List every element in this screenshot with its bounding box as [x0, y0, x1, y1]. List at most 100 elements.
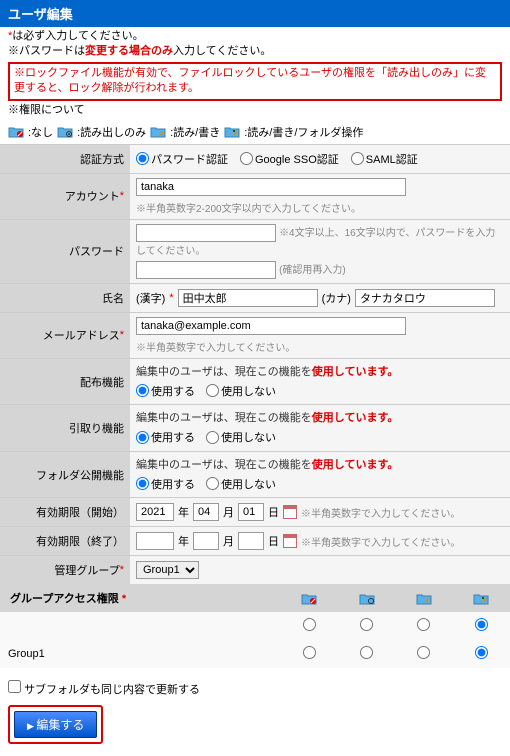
row-email: メールアドレス * ※半角英数字で入力してください。: [0, 312, 510, 358]
row-auth: 認証方式 パスワード認証 Google SSO認証 SAML認証: [0, 144, 510, 173]
folder-rw-icon: [150, 125, 166, 138]
notice-area: *は必ず入力してください。 ※パスワードは変更する場合のみ入力してください。 ※…: [0, 27, 510, 120]
lock-warning: ※ロックファイル機能が有効で、ファイルロックしているユーザの権限を「読み出しのみ…: [8, 62, 502, 101]
pwd-note-pre: ※パスワードは: [8, 45, 85, 57]
perm-radio[interactable]: [417, 646, 430, 659]
folderpub-use[interactable]: 使用する: [136, 476, 195, 492]
folder-rwf-icon: [224, 125, 240, 138]
pickup-msg-em: 使用しています。: [312, 412, 399, 424]
pickup-use[interactable]: 使用する: [136, 429, 195, 445]
row-name: 氏名 (漢字) * (カナ): [0, 283, 510, 312]
auth-google[interactable]: Google SSO認証: [240, 151, 339, 167]
kanji-input[interactable]: [178, 289, 318, 307]
pickup-msg-pre: 編集中のユーザは、現在この機能を: [136, 412, 312, 424]
calendar-icon[interactable]: [283, 534, 297, 548]
perm-rwf-label: :読み/書き/フォルダ操作: [244, 124, 363, 140]
row-valid-end: 有効期限（終了） 年 月 日 ※半角英数字で入力してください。: [0, 526, 510, 555]
footer: サブフォルダも同じ内容で更新する 編集する: [0, 668, 510, 756]
row-folderpub: フォルダ公開機能 編集中のユーザは、現在この機能を使用しています。 使用する 使…: [0, 451, 510, 498]
perm-read-label: :読み出しのみ: [77, 124, 146, 140]
account-input[interactable]: [136, 178, 406, 196]
row-dist: 配布機能 編集中のユーザは、現在この機能を使用しています。 使用する 使用しない: [0, 358, 510, 405]
folderpub-msg-pre: 編集中のユーザは、現在この機能を: [136, 459, 312, 471]
perm-none-label: :なし: [28, 124, 53, 140]
label-password: パスワード: [0, 220, 130, 283]
row-pickup: 引取り機能 編集中のユーザは、現在この機能を使用しています。 使用する 使用しな…: [0, 404, 510, 451]
kana-label: (カナ): [322, 290, 351, 306]
month-lbl: 月: [223, 504, 234, 520]
subfolder-checkbox[interactable]: [8, 680, 21, 693]
label-email: メールアドレス: [43, 327, 120, 343]
group-row: Group1: [0, 640, 510, 668]
label-account: アカウント: [65, 188, 120, 204]
start-year-input[interactable]: [136, 503, 174, 521]
password-input[interactable]: [136, 224, 276, 242]
mgmt-group-select[interactable]: Group1: [136, 561, 199, 579]
dist-nouse[interactable]: 使用しない: [206, 383, 276, 399]
req-mark: *: [169, 292, 173, 304]
email-input[interactable]: [136, 317, 406, 335]
group-name-cell: [0, 612, 281, 640]
col-read: [338, 584, 395, 612]
perm-radio[interactable]: [475, 618, 488, 631]
folderpub-nouse[interactable]: 使用しない: [206, 476, 276, 492]
kana-input[interactable]: [355, 289, 495, 307]
month-lbl: 月: [223, 533, 234, 549]
group-row-all: [0, 612, 510, 640]
end-year-input[interactable]: [136, 532, 174, 550]
password-hint2: (確認用再入力): [279, 265, 346, 276]
perm-radio[interactable]: [303, 618, 316, 631]
page-header: ユーザ編集: [0, 0, 510, 27]
perm-radio[interactable]: [360, 646, 373, 659]
row-account: アカウント * ※半角英数字2-200文字以内で入力してください。: [0, 173, 510, 219]
label-name: 氏名: [0, 284, 130, 312]
row-password: パスワード ※4文字以上、16文字以内で、パスワードを入力してください。 (確認…: [0, 219, 510, 283]
folder-read-icon: [359, 592, 375, 605]
year-lbl: 年: [178, 504, 189, 520]
col-none: [281, 584, 338, 612]
group-name-cell: Group1: [0, 640, 281, 668]
col-rw: [395, 584, 452, 612]
folder-read-icon: [57, 125, 73, 138]
day-lbl: 日: [268, 533, 279, 549]
dist-msg-pre: 編集中のユーザは、現在この機能を: [136, 366, 312, 378]
pickup-nouse[interactable]: 使用しない: [206, 429, 276, 445]
pwd-note-post: 入力してください。: [173, 45, 271, 57]
row-valid-start: 有効期限（開始） 年 月 日 ※半角英数字で入力してください。: [0, 497, 510, 526]
year-lbl: 年: [178, 533, 189, 549]
label-auth: 認証方式: [0, 145, 130, 173]
perm-radio[interactable]: [303, 646, 316, 659]
account-hint: ※半角英数字2-200文字以内で入力してください。: [136, 200, 361, 215]
req-mark: *: [120, 329, 124, 341]
subfolder-checkbox-label[interactable]: サブフォルダも同じ内容で更新する: [8, 684, 200, 696]
req-mark: *: [120, 564, 124, 576]
email-hint: ※半角英数字で入力してください。: [136, 339, 295, 354]
start-hint: ※半角英数字で入力してください。: [301, 505, 460, 520]
dist-use[interactable]: 使用する: [136, 383, 195, 399]
perm-title: ※権限について: [8, 104, 85, 116]
label-mgmt-group: 管理グループ: [54, 562, 119, 578]
label-folderpub: フォルダ公開機能: [0, 452, 130, 498]
perm-radio[interactable]: [475, 646, 488, 659]
folder-none-icon: [8, 125, 24, 138]
kanji-label: (漢字): [136, 290, 165, 306]
auth-saml[interactable]: SAML認証: [351, 151, 418, 167]
permission-legend: :なし :読み出しのみ :読み/書き :読み/書き/フォルダ操作: [0, 120, 510, 144]
group-access-header: グループアクセス権限 *: [0, 584, 281, 612]
submit-button[interactable]: 編集する: [14, 711, 97, 738]
end-day-input[interactable]: [238, 532, 264, 550]
auth-password[interactable]: パスワード認証: [136, 151, 228, 167]
perm-rw-label: :読み/書き: [170, 124, 220, 140]
start-month-input[interactable]: [193, 503, 219, 521]
calendar-icon[interactable]: [283, 505, 297, 519]
start-day-input[interactable]: [238, 503, 264, 521]
password-confirm-input[interactable]: [136, 261, 276, 279]
group-access-table: グループアクセス権限 * Group1: [0, 584, 510, 668]
perm-radio[interactable]: [360, 618, 373, 631]
label-dist: 配布機能: [0, 359, 130, 405]
end-month-input[interactable]: [193, 532, 219, 550]
folder-rw-icon: [416, 592, 432, 605]
required-text: は必ず入力してください。: [12, 30, 143, 42]
label-valid-start: 有効期限（開始）: [0, 498, 130, 526]
perm-radio[interactable]: [417, 618, 430, 631]
